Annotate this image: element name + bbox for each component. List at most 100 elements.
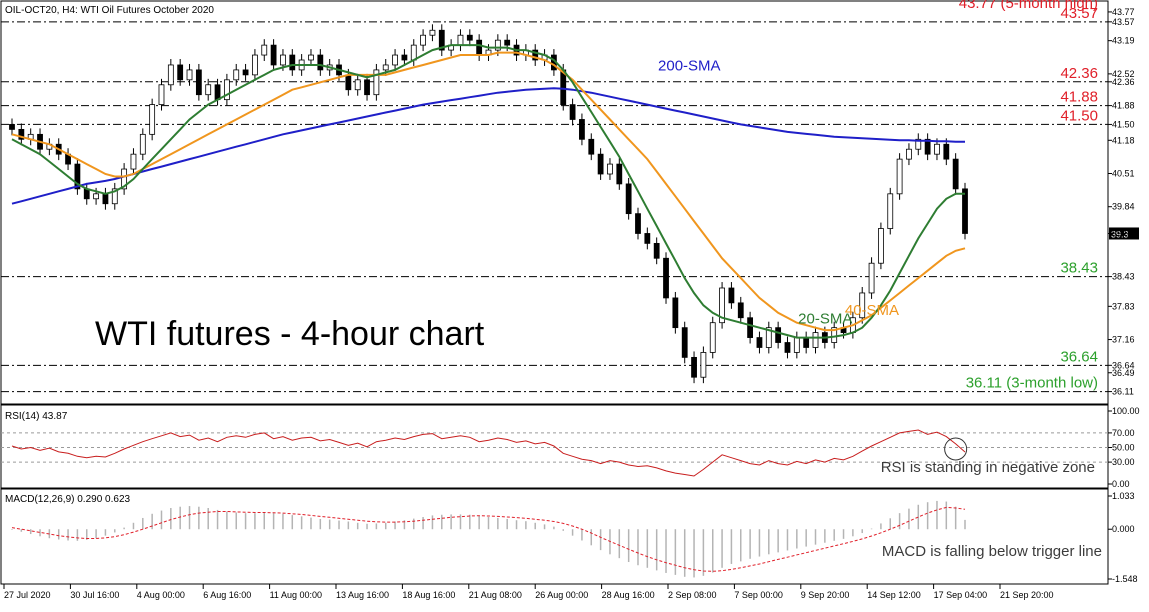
candle: [158, 84, 165, 106]
candle: [616, 163, 623, 185]
y-tick-label: 41.88: [1112, 101, 1135, 111]
macd-y-tick-label: 1.033: [1112, 491, 1135, 501]
candle: [896, 158, 903, 195]
x-tick-label: 30 Jul 16:00: [70, 590, 119, 600]
candle: [887, 193, 894, 229]
y-tick-label: 43.77: [1112, 7, 1135, 17]
candle: [177, 64, 184, 81]
candle: [756, 337, 763, 348]
x-tick-label: 28 Aug 16:00: [602, 590, 655, 600]
x-tick-label: 6 Aug 16:00: [203, 590, 251, 600]
level-label: 42.36: [1060, 65, 1098, 82]
candle: [644, 233, 651, 244]
x-tick-label: 21 Sep 20:00: [1000, 590, 1054, 600]
candle: [803, 337, 810, 348]
y-tick-label: 39.30: [1112, 228, 1135, 238]
candle: [635, 213, 641, 234]
axes: 39.343.7743.5743.1942.5242.3641.8841.504…: [3, 7, 1140, 600]
candle: [9, 124, 15, 130]
y-tick-label: 41.18: [1112, 135, 1135, 145]
candle: [317, 54, 324, 71]
candle: [457, 34, 464, 46]
candle: [943, 143, 950, 160]
x-tick-label: 18 Aug 16:00: [402, 590, 455, 600]
candle: [289, 54, 296, 71]
candle: [728, 287, 735, 304]
y-tick-label: 43.57: [1112, 17, 1135, 27]
candle: [747, 317, 754, 338]
candle: [195, 69, 202, 96]
candle: [607, 163, 613, 175]
candle: [354, 79, 361, 91]
macd-title: MACD(12,26,9) 0.290 0.623: [5, 494, 131, 505]
candle: [579, 119, 585, 140]
x-tick-label: 21 Aug 08:00: [469, 590, 522, 600]
candle: [569, 104, 576, 120]
x-tick-label: 13 Aug 16:00: [336, 590, 389, 600]
candle: [504, 39, 511, 46]
candle: [139, 133, 146, 155]
rsi-title: RSI(14) 43.87: [5, 411, 68, 422]
candle: [186, 69, 193, 81]
candle: [401, 54, 408, 61]
candle: [588, 138, 595, 155]
y-tick-label: 37.16: [1112, 335, 1135, 345]
candle: [672, 297, 679, 329]
y-tick-label: 36.49: [1112, 368, 1135, 378]
x-tick-label: 9 Sep 20:00: [801, 590, 850, 600]
ma-line: [11, 44, 965, 339]
candle: [382, 64, 389, 71]
candle: [868, 262, 875, 294]
ma-label: 20-SMA: [798, 311, 852, 328]
candle: [364, 79, 370, 96]
x-tick-label: 2 Sep 08:00: [668, 590, 717, 600]
ma-label: 40-SMA: [845, 302, 899, 319]
candle: [167, 64, 174, 86]
candle: [392, 54, 398, 66]
x-tick-label: 27 Jul 2020: [4, 590, 51, 600]
rsi-y-tick-label: 100.00: [1112, 406, 1140, 416]
candle: [709, 322, 716, 353]
candle: [280, 54, 286, 66]
macd-y-tick-label: 0.000: [1112, 524, 1135, 534]
candle: [420, 34, 426, 46]
candle: [476, 39, 483, 56]
x-tick-label: 26 Aug 00:00: [535, 590, 588, 600]
level-label: 41.50: [1060, 107, 1098, 124]
level-label: 36.11 (3-month low): [966, 375, 1098, 392]
candle: [597, 153, 604, 175]
candle: [560, 69, 567, 106]
candle: [93, 193, 99, 200]
candle: [775, 327, 782, 343]
candle: [962, 188, 968, 234]
candle: [102, 193, 109, 205]
candle: [205, 84, 212, 96]
candle: [270, 44, 277, 66]
y-tick-label: 42.36: [1112, 77, 1135, 87]
candle: [429, 29, 436, 36]
candle: [345, 74, 352, 91]
macd-signal-line: [11, 506, 966, 572]
x-tick-label: 11 Aug 00:00: [270, 590, 322, 600]
candle: [793, 337, 800, 353]
level-label: 38.43: [1060, 260, 1098, 277]
candle: [663, 257, 669, 299]
x-tick-label: 17 Sep 04:00: [934, 590, 988, 600]
y-tick-label: 39.84: [1112, 202, 1135, 212]
candle: [308, 54, 314, 61]
candle: [625, 183, 632, 215]
rsi-y-tick-label: 70.00: [1112, 428, 1135, 438]
candle: [252, 54, 258, 76]
x-tick-label: 4 Aug 00:00: [137, 590, 185, 600]
candle: [784, 342, 791, 353]
candle: [466, 34, 473, 41]
candle: [878, 228, 884, 264]
candle: [906, 148, 912, 160]
rsi-y-tick-label: 0.00: [1112, 479, 1130, 489]
candle: [812, 332, 819, 348]
macd-y-tick-label: -1.548: [1112, 574, 1138, 584]
rsi-line: [11, 429, 966, 477]
candle: [233, 69, 240, 81]
ma-label: 200-SMA: [658, 58, 721, 75]
x-tick-label: 7 Sep 00:00: [734, 590, 783, 600]
